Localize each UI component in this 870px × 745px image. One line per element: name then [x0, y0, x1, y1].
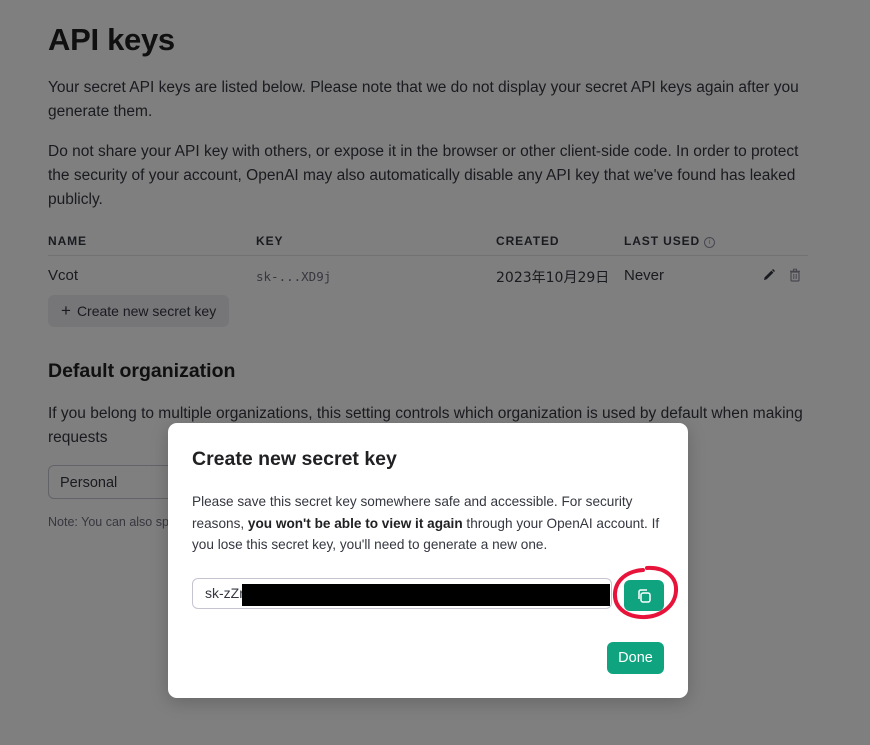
- dialog-message-bold: you won't be able to view it again: [247, 515, 463, 531]
- dialog-title: Create new secret key: [192, 448, 397, 470]
- redaction-bar: [242, 584, 610, 606]
- copy-icon: [638, 589, 651, 603]
- copy-key-button[interactable]: [624, 580, 664, 611]
- create-secret-key-dialog: Create new secret key Please save this s…: [168, 423, 688, 698]
- dialog-message: Please save this secret key somewhere sa…: [192, 491, 664, 556]
- done-button[interactable]: Done: [607, 642, 664, 674]
